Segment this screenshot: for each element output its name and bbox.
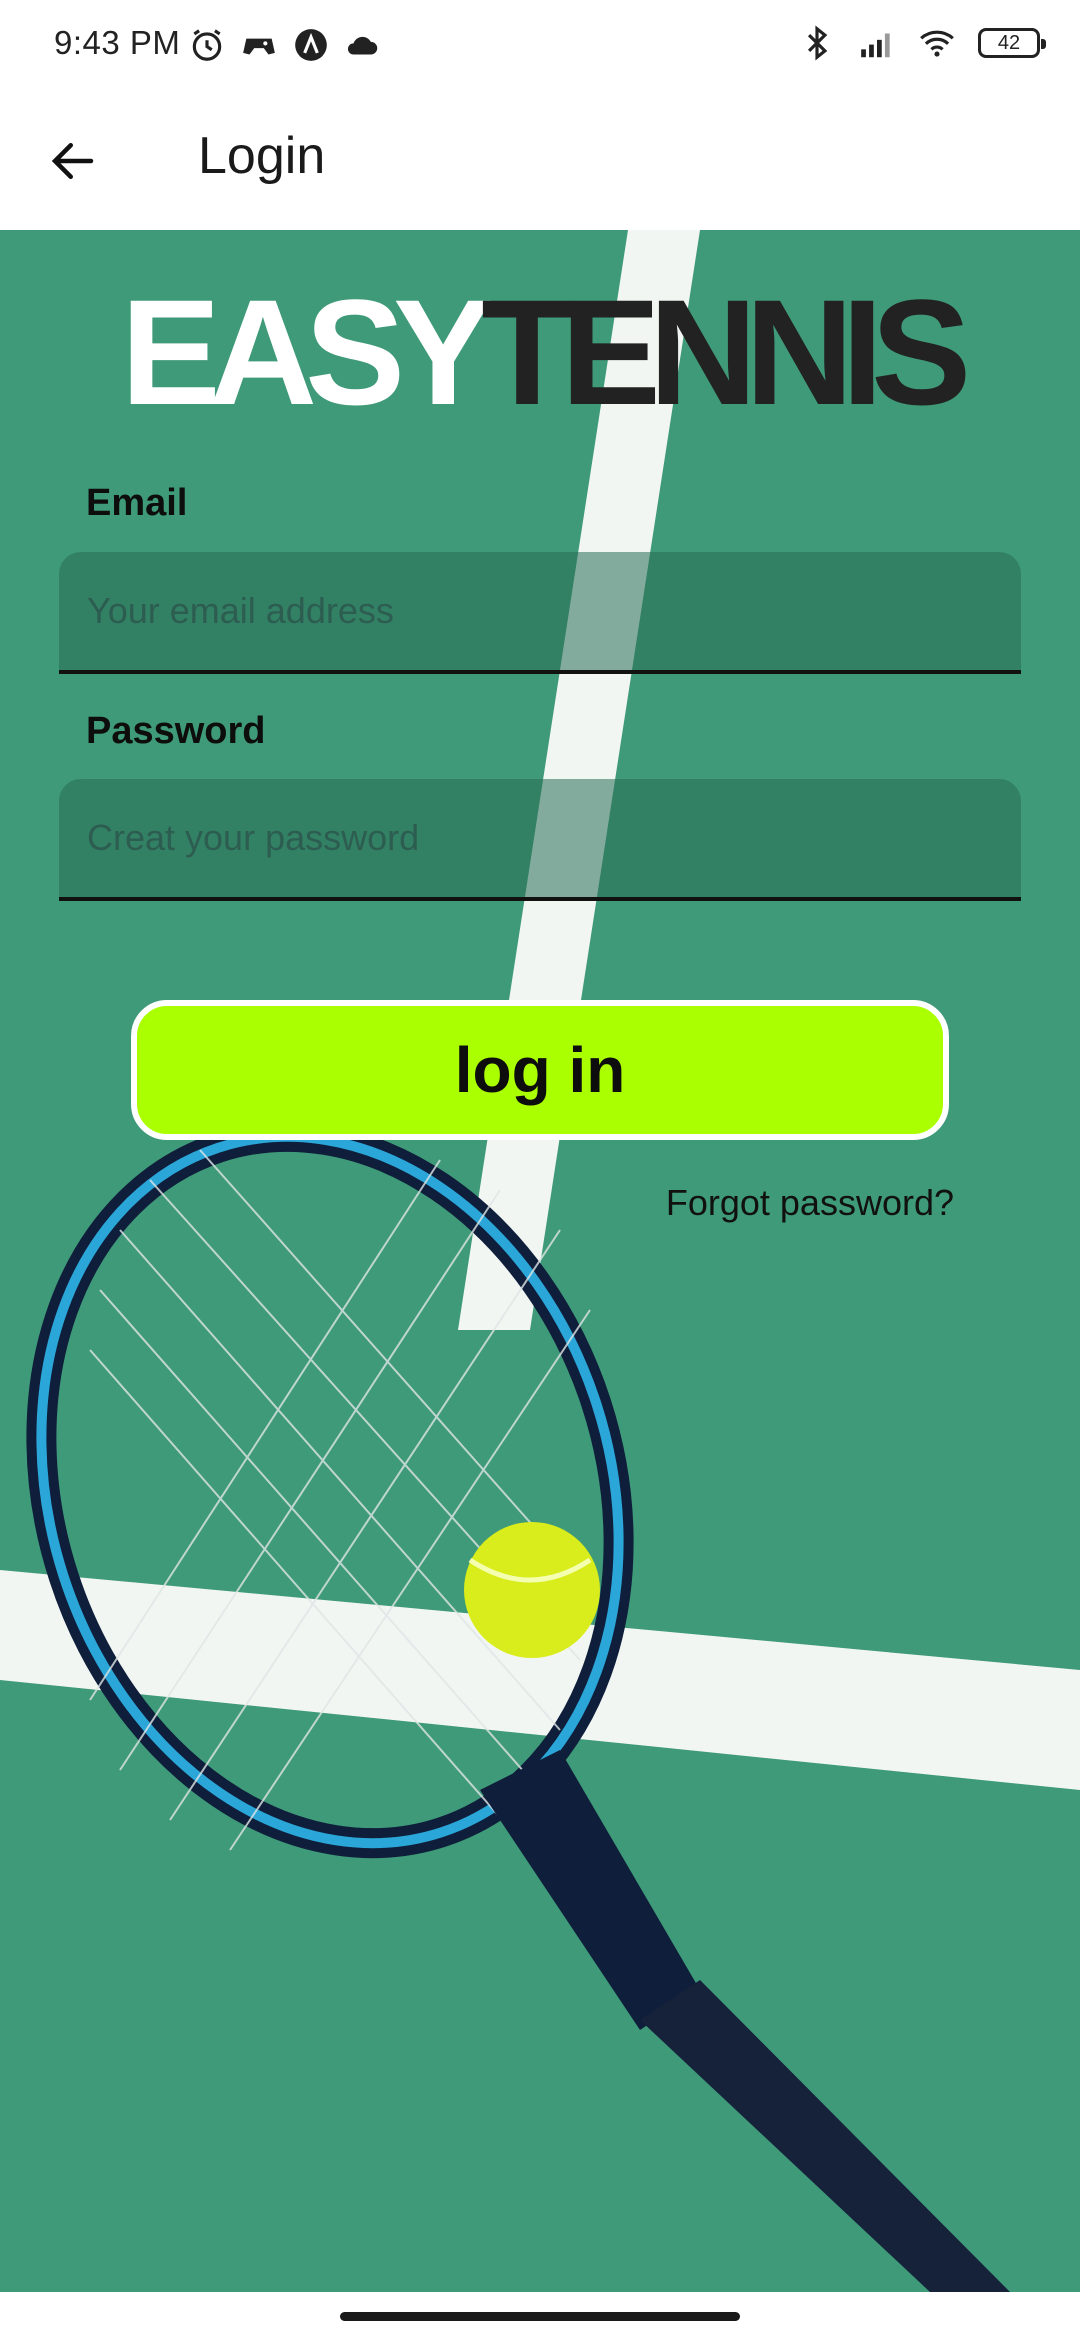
cloud-icon xyxy=(347,36,378,55)
back-button[interactable] xyxy=(38,126,108,196)
gamepad-icon xyxy=(243,38,275,55)
email-field[interactable] xyxy=(59,552,1021,670)
login-button[interactable]: log in xyxy=(131,1000,949,1140)
app-logo: EASYTENNIS xyxy=(0,277,1080,427)
logo-easy-text: EASY xyxy=(120,268,494,436)
app-bar: Login xyxy=(0,96,1080,230)
background-image: EASYTENNIS Email Password log in Forgot … xyxy=(0,230,1080,2292)
battery-icon: 42 xyxy=(978,28,1046,58)
court-illustration xyxy=(0,230,1080,2292)
email-field-container xyxy=(59,552,1021,674)
home-indicator[interactable] xyxy=(340,2312,740,2321)
alarm-icon xyxy=(192,29,222,61)
signal-icon xyxy=(861,33,890,58)
status-time: 9:43 PM xyxy=(54,24,181,61)
forgot-password-link[interactable]: Forgot password? xyxy=(666,1182,954,1224)
status-bar: 9:43 PM 42 xyxy=(0,0,1080,96)
arrow-left-icon xyxy=(51,143,94,179)
bluetooth-icon xyxy=(807,25,828,61)
system-icons: 42 xyxy=(798,24,1046,62)
password-field-container xyxy=(59,779,1021,901)
page-title: Login xyxy=(198,127,326,185)
notification-icons xyxy=(188,26,382,64)
password-label: Password xyxy=(86,710,266,752)
logo-tennis-text: TENNIS xyxy=(481,268,971,436)
password-field[interactable] xyxy=(59,779,1021,897)
app-icon xyxy=(295,29,327,61)
navigation-bar xyxy=(0,2292,1080,2340)
wifi-icon xyxy=(920,30,954,57)
email-label: Email xyxy=(86,482,188,524)
